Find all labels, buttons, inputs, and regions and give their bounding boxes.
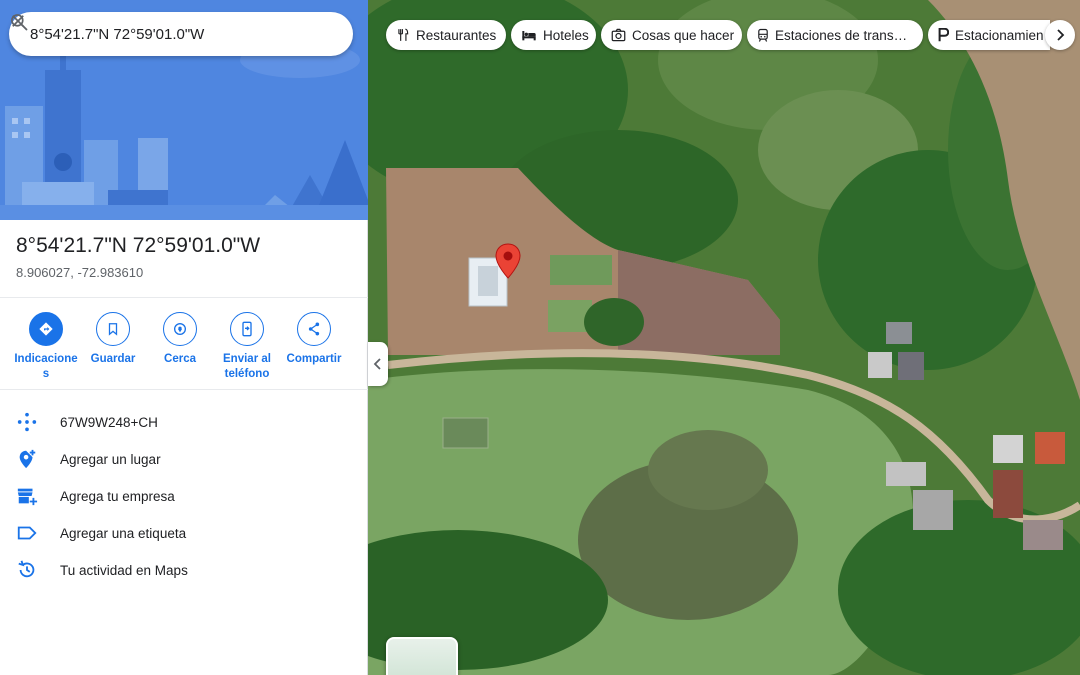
close-icon [12,15,24,27]
location-pin-icon[interactable] [495,243,521,279]
chevron-left-icon [373,358,381,370]
share-label: Compartir [286,353,342,365]
parking-icon [938,28,949,42]
directions-button[interactable]: Indicaciones [13,312,79,382]
share-icon [308,322,320,336]
add-label-row[interactable]: Agregar una etiqueta [0,515,368,551]
place-hero-illustration: 8°54'21.7"N 72°59'01.0"W [0,0,368,220]
directions-icon [39,322,53,336]
directions-label: Indicaciones [14,353,78,380]
divider [0,297,368,298]
chip-label: Restaurantes [416,27,497,43]
send-to-phone-label: Enviar al teléfono [223,353,271,380]
add-place-row[interactable]: Agregar un lugar [0,441,368,477]
side-panel: 8°54'21.7"N 72°59'01.0"W 8°54'21.7"N 72°… [0,0,368,675]
add-business-label: Agrega tu empresa [60,488,175,504]
chip-things-to-do[interactable]: Cosas que hacer [601,20,742,50]
chip-label: Cosas que hacer [632,27,735,43]
hotel-icon [522,31,536,41]
history-icon [18,560,35,578]
camera-icon [611,28,626,42]
decimal-coordinates: 8.906027, -72.983610 [16,265,144,280]
add-place-label: Agregar un lugar [60,451,161,467]
add-business-row[interactable]: Agrega tu empresa [0,478,368,514]
activity-row[interactable]: Tu actividad en Maps [0,552,368,588]
chip-label: Estacionamien [955,27,1044,43]
bookmark-icon [108,323,118,336]
label-icon [17,526,37,540]
send-to-phone-icon [242,321,252,337]
search-button[interactable] [11,12,309,56]
restaurant-icon [398,28,409,41]
chip-transit-stations[interactable]: Estaciones de trans… [747,20,923,50]
satellite-map[interactable] [368,0,1080,675]
nearby-icon [174,323,186,335]
add-business-icon [17,488,38,506]
activity-label: Tu actividad en Maps [60,562,188,578]
plus-code-icon [17,412,37,432]
layers-toggle-button[interactable] [386,637,458,675]
nearby-label: Cerca [164,353,196,365]
plus-code-main: W248+CH [95,414,158,430]
add-location-icon [19,449,36,469]
nearby-button[interactable]: Cerca [147,312,213,367]
collapse-panel-button[interactable] [368,342,388,386]
save-label: Guardar [90,353,136,365]
add-label-label: Agregar una etiqueta [60,525,187,541]
transit-icon [758,28,768,42]
chip-restaurants[interactable]: Restaurantes [386,20,506,50]
chip-label: Estaciones de trans… [775,27,908,43]
divider [0,389,368,390]
clear-search-button[interactable] [12,12,349,56]
chip-hotels[interactable]: Hoteles [511,20,596,50]
plus-code-prefix: 67W9 [60,414,96,430]
place-title: 8°54'21.7"N 72°59'01.0"W [16,234,261,257]
chips-next-button[interactable] [1045,20,1075,50]
action-bar: Indicaciones Guardar Cerca Enviar al tel… [8,312,360,382]
save-button[interactable]: Guardar [80,312,146,367]
plus-code-row[interactable]: 67W9W248+CH [0,404,368,440]
chip-label: Hoteles [543,27,589,43]
share-button[interactable]: Compartir [281,312,347,367]
chevron-right-icon [1057,29,1065,41]
search-input[interactable]: 8°54'21.7"N 72°59'01.0"W [30,26,269,43]
send-to-phone-button[interactable]: Enviar al teléfono [214,312,280,382]
search-box[interactable]: 8°54'21.7"N 72°59'01.0"W [9,12,353,56]
chip-parking[interactable]: Estacionamien [928,20,1050,50]
